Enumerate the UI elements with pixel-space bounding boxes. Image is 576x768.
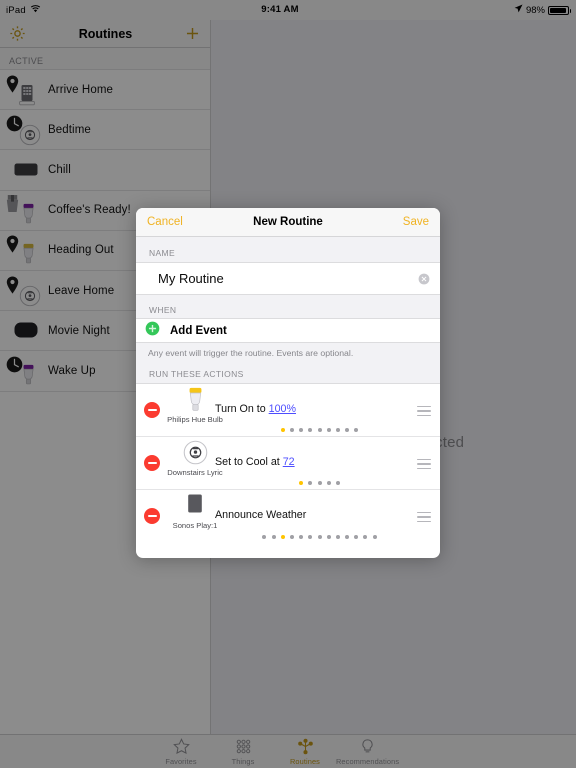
cancel-button[interactable]: Cancel <box>147 216 183 228</box>
add-event-label: Add Event <box>170 324 227 337</box>
action-text-prefix: Set to Cool at <box>215 456 283 468</box>
page-dot[interactable] <box>345 535 350 539</box>
page-dot[interactable] <box>317 481 322 485</box>
drag-handle-icon[interactable] <box>417 406 431 417</box>
save-button[interactable]: Save <box>403 216 429 228</box>
drag-handle-icon[interactable] <box>417 512 431 523</box>
page-dot[interactable] <box>335 428 340 432</box>
clear-circle-icon[interactable] <box>418 273 430 285</box>
routine-name-input[interactable]: My Routine <box>158 271 418 286</box>
minus-circle-red-icon[interactable] <box>144 508 160 524</box>
page-dot[interactable] <box>317 535 322 539</box>
action-page-dots[interactable] <box>215 481 424 485</box>
page-dot[interactable] <box>363 535 368 539</box>
name-section-header: NAME <box>136 237 440 262</box>
page-dot-active[interactable] <box>280 428 285 432</box>
action-row[interactable]: Sonos Play:1 Announce Weather <box>136 490 440 543</box>
page-dot[interactable] <box>271 535 276 539</box>
action-device-name: Philips Hue Bulb <box>167 415 223 424</box>
page-dot[interactable] <box>308 535 313 539</box>
page-dot[interactable] <box>317 428 322 432</box>
page-dot[interactable] <box>345 428 350 432</box>
page-dot[interactable] <box>326 535 331 539</box>
page-dot[interactable] <box>299 428 304 432</box>
action-row[interactable]: Downstairs Lyric Set to Cool at 72 <box>136 437 440 490</box>
action-page-dots[interactable] <box>215 428 424 432</box>
page-dot[interactable] <box>308 428 313 432</box>
action-device-name: Downstairs Lyric <box>167 468 223 477</box>
page-dot-active[interactable] <box>280 535 285 539</box>
page-dot[interactable] <box>335 481 340 485</box>
action-value-link[interactable]: 72 <box>283 456 295 468</box>
page-dot-active[interactable] <box>299 481 304 485</box>
name-field-row[interactable]: My Routine <box>136 262 440 295</box>
actions-section-header: RUN THESE ACTIONS <box>136 367 440 383</box>
action-description: Turn On to 100% <box>215 403 296 415</box>
modal-navbar: Cancel New Routine Save <box>136 208 440 237</box>
page-dot[interactable] <box>308 481 313 485</box>
page-dot[interactable] <box>289 428 294 432</box>
add-event-row[interactable]: Add Event <box>136 318 440 343</box>
page-dot[interactable] <box>354 428 359 432</box>
app-root: iPad 9:41 AM 98% Routines ACTIVE Arrive … <box>0 0 576 768</box>
action-text-prefix: Announce Weather <box>215 509 307 521</box>
page-dot[interactable] <box>326 481 331 485</box>
drag-handle-icon[interactable] <box>417 459 431 470</box>
page-dot[interactable] <box>289 535 294 539</box>
action-page-dots[interactable] <box>215 535 424 539</box>
minus-circle-red-icon[interactable] <box>144 402 160 418</box>
page-dot[interactable] <box>372 535 377 539</box>
page-dot[interactable] <box>354 535 359 539</box>
action-text-prefix: Turn On to <box>215 403 269 415</box>
when-section-header: WHEN <box>136 295 440 318</box>
plus-circle-green-icon[interactable] <box>145 321 160 341</box>
page-dot[interactable] <box>335 535 340 539</box>
actions-list: Philips Hue Bulb Turn On to 100% Downsta… <box>136 383 440 543</box>
page-dot[interactable] <box>326 428 331 432</box>
new-routine-modal: Cancel New Routine Save NAME My Routine … <box>136 208 440 558</box>
page-dot[interactable] <box>299 535 304 539</box>
when-footnote: Any event will trigger the routine. Even… <box>136 343 440 367</box>
action-description: Set to Cool at 72 <box>215 456 295 468</box>
action-row[interactable]: Philips Hue Bulb Turn On to 100% <box>136 384 440 437</box>
action-value-link[interactable]: 100% <box>269 403 296 415</box>
page-dot[interactable] <box>262 535 267 539</box>
action-description: Announce Weather <box>215 509 306 521</box>
action-device-name: Sonos Play:1 <box>172 521 218 530</box>
minus-circle-red-icon[interactable] <box>144 455 160 471</box>
